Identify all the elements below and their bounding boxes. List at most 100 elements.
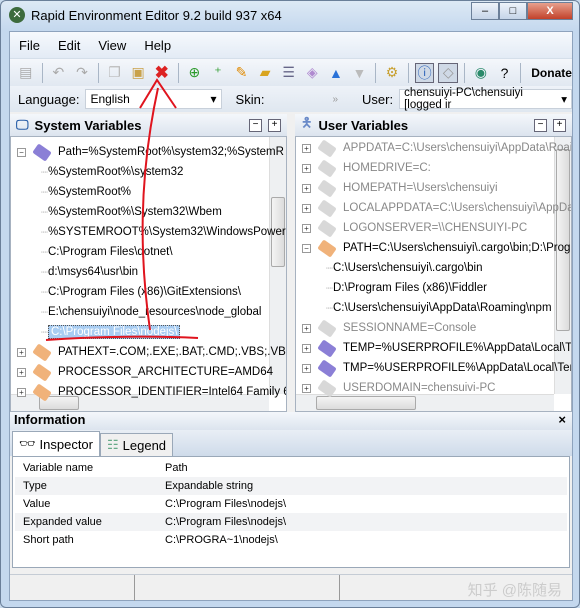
tree-variable-item[interactable]: + LOGONSERVER=\\CHENSUIYI-PC (302, 218, 527, 238)
help-icon[interactable]: ? (495, 63, 515, 83)
settings-icon[interactable]: ⚙ (382, 63, 402, 83)
tree-item-label: C:\Users\chensuiyi\.cargo\bin (332, 262, 483, 274)
expand-icon[interactable]: + (17, 367, 26, 377)
overflow-icon[interactable]: » (332, 94, 338, 105)
collapse-all-button[interactable]: − (249, 118, 262, 132)
tree-variable-item[interactable]: + LOCALAPPDATA=C:\Users\chensuiyi\AppDat (302, 198, 571, 218)
tree-value-item[interactable]: ┈ C:\Users\chensuiyi\.cargo\bin (326, 258, 483, 278)
expand-all-button[interactable]: + (553, 118, 566, 132)
tree-item-label: C:\Users\chensuiyi\AppData\Roaming\npm (332, 302, 552, 314)
menu-edit[interactable]: Edit (58, 38, 80, 53)
expand-icon[interactable]: + (302, 343, 311, 353)
tree-variable-item[interactable]: + PATHEXT=.COM;.EXE;.BAT;.CMD;.VBS;.VBE; (17, 342, 286, 362)
tree-value-item[interactable]: ┈ %SYSTEMROOT%\System32\WindowsPower (41, 222, 286, 242)
tree-value-item[interactable]: ┈ %SystemRoot%\system32 (41, 162, 183, 182)
tree-variable-item[interactable]: + HOMEPATH=\Users\chensuiyi (302, 178, 498, 198)
minimize-button[interactable]: – (471, 2, 499, 20)
expand-icon[interactable]: + (302, 363, 311, 373)
property-value: C:\PROGRA~1\nodejs\ (165, 534, 278, 546)
tag-icon (317, 338, 337, 358)
tag-icon (317, 198, 337, 218)
property-value: C:\Program Files\nodejs\ (165, 516, 287, 528)
tag-icon (317, 218, 337, 238)
menu-help[interactable]: Help (144, 38, 171, 53)
tree-item-label: PROCESSOR_IDENTIFIER=Intel64 Family 6 M (58, 386, 287, 398)
tree-value-item[interactable]: ┈ C:\Users\chensuiyi\AppData\Roaming\npm (326, 298, 552, 318)
move-up-icon[interactable]: ▲ (326, 63, 346, 83)
tree-line: ┈ (41, 307, 48, 319)
move-down-icon[interactable]: ▼ (350, 63, 370, 83)
tree-value-item[interactable]: ┈ %SystemRoot% (41, 182, 131, 202)
language-label: Language: (18, 91, 80, 107)
maximize-button[interactable]: □ (499, 2, 527, 20)
collapse-icon[interactable]: − (302, 243, 311, 253)
tree-line: ┈ (41, 207, 48, 219)
delete-icon[interactable]: ✖ (152, 63, 172, 83)
info-panel-icon[interactable]: ⓘ (414, 62, 435, 83)
tree-variable-item[interactable]: − Path=%SystemRoot%\system32;%SystemR (17, 142, 284, 162)
tree-value-item[interactable]: ┈ C:\Program Files (x86)\GitExtensions\ (41, 282, 241, 302)
tree-value-item[interactable]: ┈ D:\Program Files (x86)\Fiddler (326, 278, 487, 298)
tree-value-item[interactable]: ┈ d:\msys64\usr\bin (41, 262, 138, 282)
expand-icon[interactable]: + (17, 387, 26, 397)
save-icon[interactable]: ▤ (16, 63, 36, 83)
expand-icon[interactable]: + (302, 323, 311, 333)
tree-variable-item[interactable]: + HOMEDRIVE=C: (302, 158, 431, 178)
menu-view[interactable]: View (98, 38, 126, 53)
language-value: English (90, 92, 130, 106)
tree-variable-item[interactable]: − PATH=C:\Users\chensuiyi\.cargo\bin;D:\P… (302, 238, 570, 258)
expand-icon[interactable]: + (302, 223, 311, 233)
close-button[interactable]: X (527, 2, 573, 20)
paste-icon[interactable]: ▣ (128, 63, 148, 83)
information-panel: Information × 👓︎ Inspector ☷ Legend Variabl… (10, 412, 572, 572)
system-variables-tree[interactable]: − Path=%SystemRoot%\system32;%SystemR ┈ %S… (10, 136, 287, 412)
undo-icon[interactable]: ↶ (49, 63, 69, 83)
add-variable-icon[interactable]: ⊕ (185, 63, 205, 83)
property-name: Type (23, 480, 47, 492)
collapse-icon[interactable]: − (17, 147, 26, 157)
tree-variable-item[interactable]: + SESSIONNAME=Console (302, 318, 476, 338)
tab-legend[interactable]: ☷ Legend (100, 433, 174, 456)
tree-variable-item[interactable]: + TEMP=%USERPROFILE%\AppData\Local\Te (302, 338, 571, 358)
redo-icon[interactable]: ↷ (72, 63, 92, 83)
tree-value-item[interactable]: ┈ %SystemRoot%\System32\Wbem (41, 202, 222, 222)
donate-button[interactable]: Donate (531, 66, 572, 80)
language-select[interactable]: English ▾ (85, 89, 222, 109)
menu-file[interactable]: File (19, 38, 40, 53)
tree-value-item[interactable]: ┈ E:\chensuiyi\node_resources\node_globa… (41, 302, 261, 322)
expand-icon[interactable]: + (302, 143, 311, 153)
tree-variable-item[interactable]: + USERDOMAIN=chensuivi-PC (302, 378, 495, 398)
user-variables-tree[interactable]: + APPDATA=C:\Users\chensuiyi\AppData\Roai… (295, 136, 572, 412)
expand-all-button[interactable]: + (268, 118, 281, 132)
expand-icon[interactable]: + (302, 203, 311, 213)
tag-view-icon[interactable]: ◇ (438, 62, 459, 83)
add-value-icon[interactable]: ⁺ (208, 63, 228, 83)
tag-icon[interactable]: ◈ (302, 63, 322, 83)
tree-line: ┈ (41, 287, 48, 299)
tree-variable-item[interactable]: + APPDATA=C:\Users\chensuiyi\AppData\Roai (302, 138, 571, 158)
expand-icon[interactable]: + (302, 163, 311, 173)
tag-icon (317, 358, 337, 378)
expand-icon[interactable]: + (302, 383, 311, 393)
web-icon[interactable]: ◉ (471, 63, 491, 83)
tree-variable-item[interactable]: + PROCESSOR_IDENTIFIER=Intel64 Family 6 M (17, 382, 287, 402)
tree-variable-item[interactable]: + TMP=%USERPROFILE%\AppData\Local\Tem (302, 358, 571, 378)
folder-icon[interactable]: ▰ (255, 63, 275, 83)
tree-line: ┈ (41, 167, 48, 179)
inspector-row: Variable name Path (15, 459, 567, 477)
tree-line: ┈ (326, 263, 333, 275)
info-close-button[interactable]: × (558, 412, 566, 430)
tab-inspector[interactable]: 👓︎ Inspector (12, 431, 100, 456)
edit-icon[interactable]: ✎ (232, 63, 252, 83)
tree-value-item[interactable]: ┈ C:\Program Files\dotnet\ (41, 242, 173, 262)
tree-line: ┈ (41, 227, 48, 239)
collapse-all-button[interactable]: − (534, 118, 547, 132)
tree-icon[interactable]: ☰ (279, 63, 299, 83)
expand-icon[interactable]: + (17, 347, 26, 357)
tree-variable-item[interactable]: + PROCESSOR_ARCHITECTURE=AMD64 (17, 362, 273, 382)
tree-value-item[interactable]: ┈ C:\Program Files\nodejs\ (41, 322, 181, 342)
inspector-table: Variable name Path Type Expandable string Va… (12, 456, 570, 568)
expand-icon[interactable]: + (302, 183, 311, 193)
copy-icon[interactable]: ❐ (105, 63, 125, 83)
user-select[interactable]: chensuiyi-PC\chensuiyi [logged ir ▾ (399, 87, 572, 111)
